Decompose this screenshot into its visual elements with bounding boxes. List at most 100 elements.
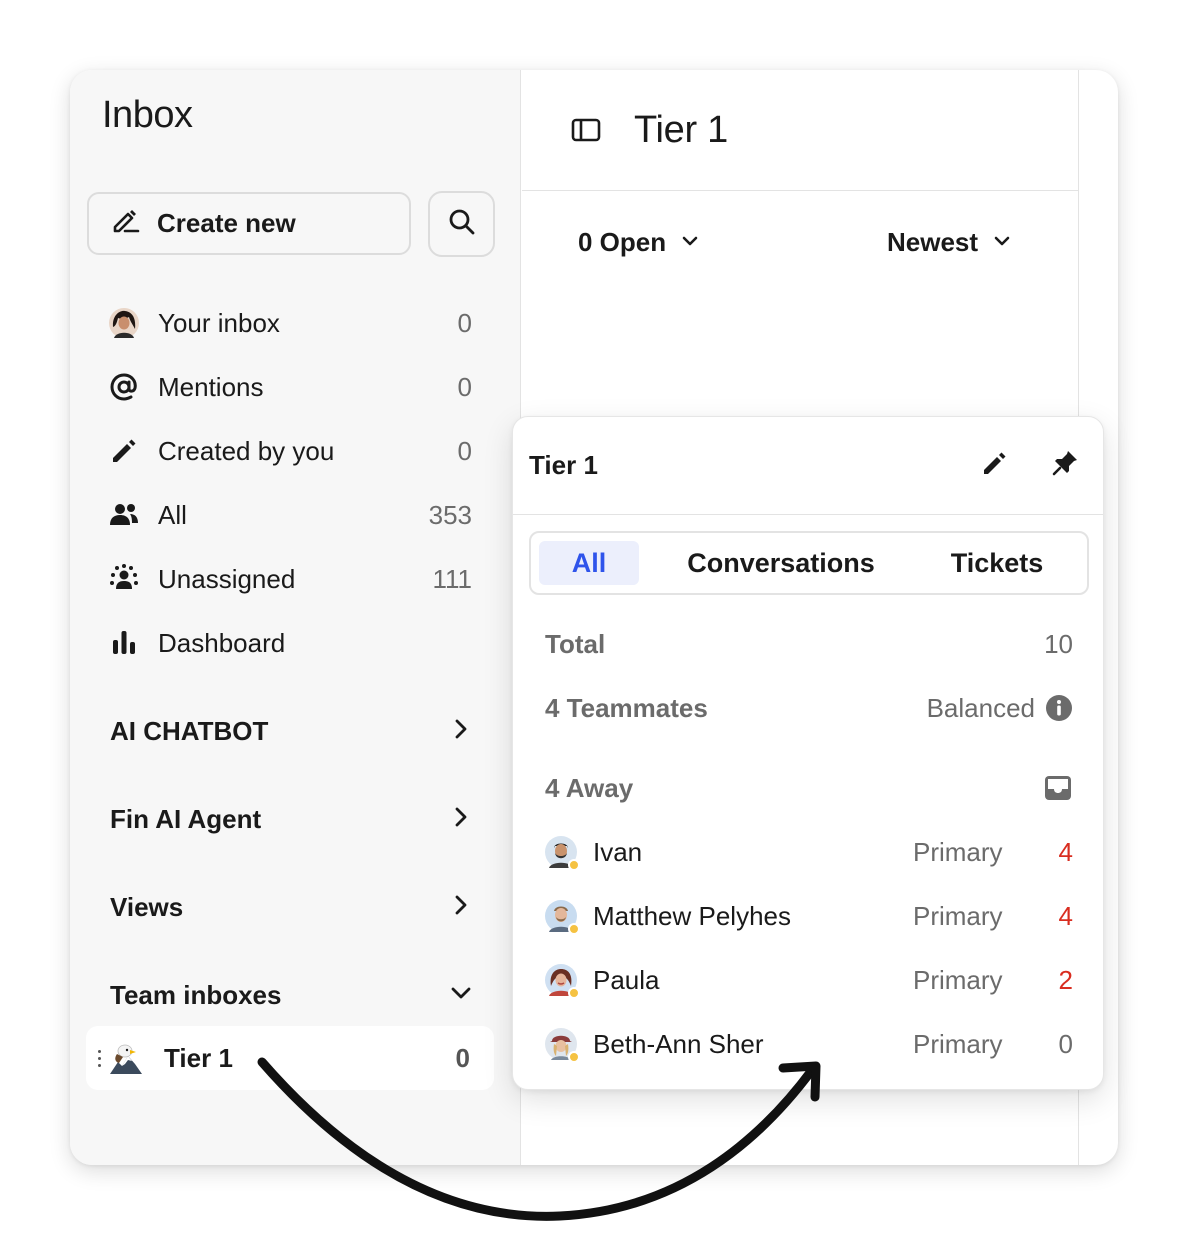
eagle-icon <box>108 1040 144 1076</box>
section-views[interactable]: Views <box>110 885 472 929</box>
sidebar-item-label: Unassigned <box>158 563 296 594</box>
member-row[interactable]: Beth-Ann Sher Primary 0 <box>545 1022 1073 1066</box>
chevron-right-icon <box>450 894 472 921</box>
total-value: 10 <box>1044 628 1073 659</box>
bar-chart-icon <box>108 627 140 659</box>
section-fin-ai-agent[interactable]: Fin AI Agent <box>110 797 472 841</box>
section-label: AI CHATBOT <box>110 715 269 746</box>
people-icon <box>108 499 140 531</box>
sidebar-item-created-by-you[interactable]: Created by you 0 <box>108 429 472 473</box>
inbox-tray-icon[interactable] <box>1043 773 1073 803</box>
unassigned-icon <box>108 563 140 595</box>
status-filter-dropdown[interactable]: 0 Open <box>578 220 700 264</box>
sidebar-toggle-icon[interactable] <box>570 114 602 146</box>
sidebar-item-count: 0 <box>457 371 472 402</box>
search-button[interactable] <box>428 191 495 257</box>
member-row[interactable]: Paula Primary 2 <box>545 958 1073 1002</box>
teammates-label: 4 Teammates <box>545 692 708 723</box>
chevron-down-icon <box>680 227 700 258</box>
away-row: 4 Away <box>545 766 1073 810</box>
assignment-mode: Balanced <box>926 692 1035 723</box>
pin-icon <box>1050 448 1080 483</box>
section-label: Views <box>110 891 184 922</box>
pin-button[interactable] <box>1043 444 1087 488</box>
sidebar-item-unassigned[interactable]: Unassigned 111 <box>108 557 472 601</box>
drag-handle-icon[interactable] <box>98 1049 108 1067</box>
create-new-button[interactable]: Create new <box>87 192 411 255</box>
sidebar-item-count: 353 <box>428 499 472 530</box>
sidebar-item-label: Created by you <box>158 435 335 466</box>
sidebar-item-label: Your inbox <box>158 307 280 338</box>
compose-icon <box>111 205 141 242</box>
member-row[interactable]: Matthew Pelyhes Primary 4 <box>545 894 1073 938</box>
sidebar-item-count: 0 <box>457 307 472 338</box>
member-count: 4 <box>1058 900 1073 931</box>
away-status-dot <box>568 1051 580 1063</box>
member-count: 4 <box>1058 836 1073 867</box>
sort-dropdown[interactable]: Newest <box>887 220 1012 264</box>
member-role: Primary <box>913 1028 1003 1059</box>
member-name: Paula <box>593 964 660 995</box>
avatar-icon <box>108 307 140 339</box>
avatar <box>545 900 580 935</box>
chevron-right-icon <box>450 718 472 745</box>
chevron-down-icon <box>450 982 472 1009</box>
chevron-right-icon <box>450 806 472 833</box>
avatar <box>545 1028 580 1063</box>
member-name: Matthew Pelyhes <box>593 900 791 931</box>
away-label: 4 Away <box>545 772 634 803</box>
popover-header: Tier 1 <box>513 417 1103 515</box>
sidebar-item-tier-1[interactable]: Tier 1 0 <box>86 1026 494 1090</box>
member-row[interactable]: Ivan Primary 4 <box>545 830 1073 874</box>
popover-title: Tier 1 <box>529 450 598 480</box>
info-icon[interactable] <box>1045 694 1073 722</box>
chevron-down-icon <box>992 227 1012 258</box>
section-ai-chatbot[interactable]: AI CHATBOT <box>110 709 472 753</box>
member-role: Primary <box>913 964 1003 995</box>
tab-all[interactable]: All <box>539 541 639 585</box>
at-sign-icon <box>108 371 140 403</box>
sidebar-item-label: Dashboard <box>158 627 286 658</box>
sidebar-item-mentions[interactable]: Mentions 0 <box>108 365 472 409</box>
section-label: Fin AI Agent <box>110 803 262 834</box>
teammates-row: 4 Teammates Balanced <box>545 686 1073 730</box>
avatar <box>545 964 580 999</box>
total-row: Total 10 <box>545 622 1073 666</box>
sidebar: Inbox Create new Your inbox 0 Mentions 0… <box>70 70 521 1165</box>
tab-tickets[interactable]: Tickets <box>945 541 1049 585</box>
total-label: Total <box>545 628 606 659</box>
sort-label: Newest <box>887 226 979 257</box>
member-role: Primary <box>913 836 1003 867</box>
status-filter-label: 0 Open <box>578 226 667 257</box>
section-label: Team inboxes <box>110 979 282 1010</box>
tier-1-label: Tier 1 <box>164 1042 233 1073</box>
avatar <box>545 836 580 871</box>
member-name: Beth-Ann Sher <box>593 1028 764 1059</box>
search-icon <box>447 207 477 242</box>
edit-button[interactable] <box>973 444 1017 488</box>
away-status-dot <box>568 987 580 999</box>
sidebar-item-count: 111 <box>432 563 472 594</box>
team-inbox-popover: Tier 1 All Conversations Tickets Total 1… <box>512 416 1104 1090</box>
member-count: 0 <box>1058 1028 1073 1059</box>
sidebar-title: Inbox <box>102 94 193 136</box>
pencil-icon <box>980 448 1010 483</box>
tab-conversations[interactable]: Conversations <box>681 541 881 585</box>
main-header: Tier 1 <box>522 70 1079 191</box>
section-team-inboxes[interactable]: Team inboxes <box>110 973 472 1017</box>
sidebar-item-label: Mentions <box>158 371 264 402</box>
sidebar-item-dashboard[interactable]: Dashboard <box>108 621 472 665</box>
create-new-label: Create new <box>157 208 296 238</box>
sidebar-item-all[interactable]: All 353 <box>108 493 472 537</box>
away-status-dot <box>568 923 580 935</box>
sidebar-item-your-inbox[interactable]: Your inbox 0 <box>108 301 472 345</box>
sidebar-item-count: 0 <box>457 435 472 466</box>
away-status-dot <box>568 859 580 871</box>
popover-tabs: All Conversations Tickets <box>529 531 1089 595</box>
sidebar-item-label: All <box>158 499 187 530</box>
member-role: Primary <box>913 900 1003 931</box>
member-name: Ivan <box>593 836 643 867</box>
page-title: Tier 1 <box>634 108 728 151</box>
pencil-icon <box>108 435 140 467</box>
member-count: 2 <box>1058 964 1073 995</box>
